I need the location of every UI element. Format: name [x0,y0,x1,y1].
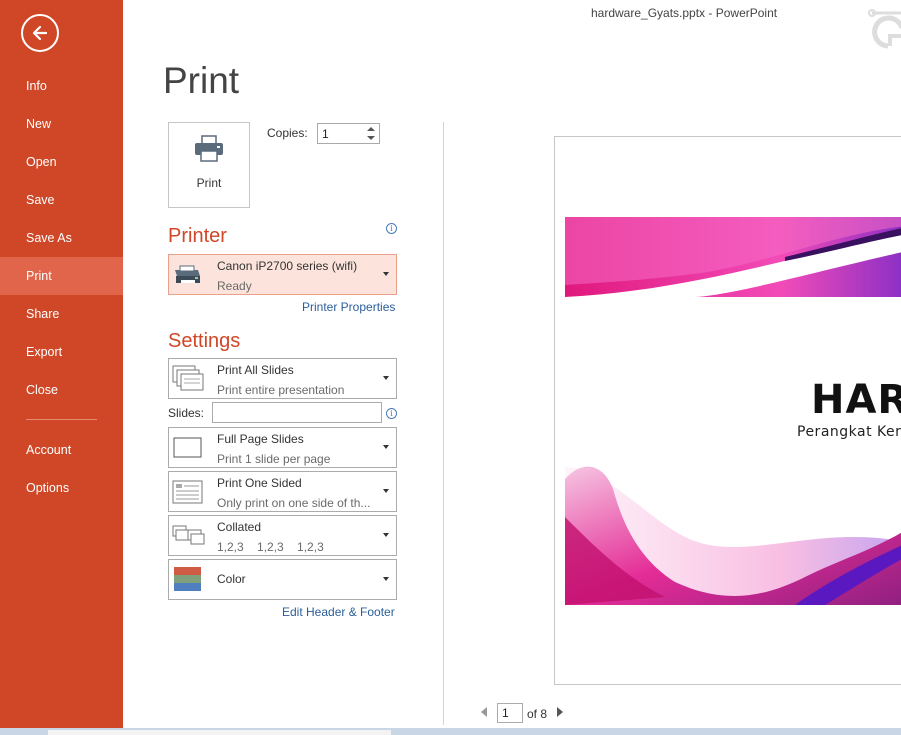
color-title: Color [217,572,246,586]
slides-label: Slides: [168,406,205,420]
print-range-dropdown[interactable]: Print All Slides Print entire presentati… [168,358,397,399]
color-swatch-icon [174,567,201,591]
slide-preview: HARD Perangkat Kera [565,217,901,605]
collation-title: Collated [217,520,262,534]
page-total-label: of 8 [527,707,548,721]
sidebar-item-open[interactable]: Open [0,143,123,181]
sidebar-item-account[interactable]: Account [0,431,123,469]
collated-pages-icon [172,525,205,545]
print-button[interactable]: Print [168,122,250,208]
sidebar-item-save-as[interactable]: Save As [0,219,123,257]
powerpoint-backstage: Info New Open Save Save As Print Share E… [0,0,901,735]
one-sided-page-icon [172,480,203,504]
sidebar-item-share[interactable]: Share [0,295,123,333]
printer-icon [195,135,223,162]
taskbar-strip [0,728,901,735]
chevron-down-icon [383,577,389,581]
sidebar-item-export[interactable]: Export [0,333,123,371]
printer-properties-link[interactable]: Printer Properties [302,300,395,314]
collation-dropdown[interactable]: Collated 1,2,3 1,2,3 1,2,3 [168,515,397,556]
copies-input[interactable] [322,126,366,141]
sides-dropdown[interactable]: Print One Sided Only print on one side o… [168,471,397,512]
chevron-down-icon [383,489,389,493]
chevron-down-icon [383,533,389,537]
previous-page-button[interactable] [481,707,487,717]
window-title: hardware_Gyats.pptx - PowerPoint [591,6,778,20]
slide-subtitle: Perangkat Kera [797,424,901,440]
layout-dropdown[interactable]: Full Page Slides Print 1 slide per page [168,427,397,468]
page-number-input[interactable]: 1 [497,703,523,723]
back-button[interactable] [21,14,59,52]
slides-info-icon[interactable]: i [386,408,397,419]
back-arrow-icon [32,25,48,41]
copies-label: Copies: [267,126,308,140]
printer-device-icon [175,265,200,283]
copies-stepper[interactable] [317,123,380,144]
layout-subtitle: Print 1 slide per page [217,452,331,466]
next-page-button[interactable] [557,707,563,717]
copies-increment-icon[interactable] [367,127,375,131]
print-all-slides-icon [172,365,204,391]
chevron-down-icon [383,445,389,449]
full-page-slide-icon [173,437,202,458]
sidebar-item-info[interactable]: Info [0,67,123,105]
slides-input[interactable] [212,402,382,423]
copies-spinner[interactable] [366,125,377,143]
printer-info-icon[interactable]: i [386,223,397,234]
page-title: Print [163,60,240,101]
printer-dropdown[interactable]: Canon iP2700 series (wifi) Ready [168,254,397,295]
taskbar-segment [48,730,391,735]
chevron-down-icon [383,272,389,276]
print-range-subtitle: Print entire presentation [217,383,345,397]
settings-heading: Settings [168,330,241,352]
slide-title: HARD [811,377,901,423]
panel-divider [443,122,444,725]
print-button-label: Print [196,176,222,190]
sides-subtitle: Only print on one side of th... [217,496,371,510]
sidebar-item-close[interactable]: Close [0,371,123,409]
sides-title: Print One Sided [217,476,302,490]
sidebar-item-print[interactable]: Print [0,257,123,295]
collation-subtitle: 1,2,3 1,2,3 1,2,3 [217,540,324,554]
sidebar-item-options[interactable]: Options [0,469,123,507]
sidebar-item-save[interactable]: Save [0,181,123,219]
edit-header-footer-link[interactable]: Edit Header & Footer [282,605,395,619]
color-dropdown[interactable]: Color [168,559,397,600]
printer-status: Ready [217,279,252,293]
sidebar-divider [26,419,97,420]
copies-decrement-icon[interactable] [367,136,375,140]
print-range-title: Print All Slides [217,363,294,377]
backstage-sidebar: Info New Open Save Save As Print Share E… [0,0,123,728]
sidebar-item-new[interactable]: New [0,105,123,143]
printer-heading: Printer [168,225,227,247]
chevron-down-icon [383,376,389,380]
printer-name: Canon iP2700 series (wifi) [217,259,358,273]
layout-title: Full Page Slides [217,432,304,446]
corner-decoration-icon [868,9,901,49]
print-preview-page: HARD Perangkat Kera [554,136,901,685]
